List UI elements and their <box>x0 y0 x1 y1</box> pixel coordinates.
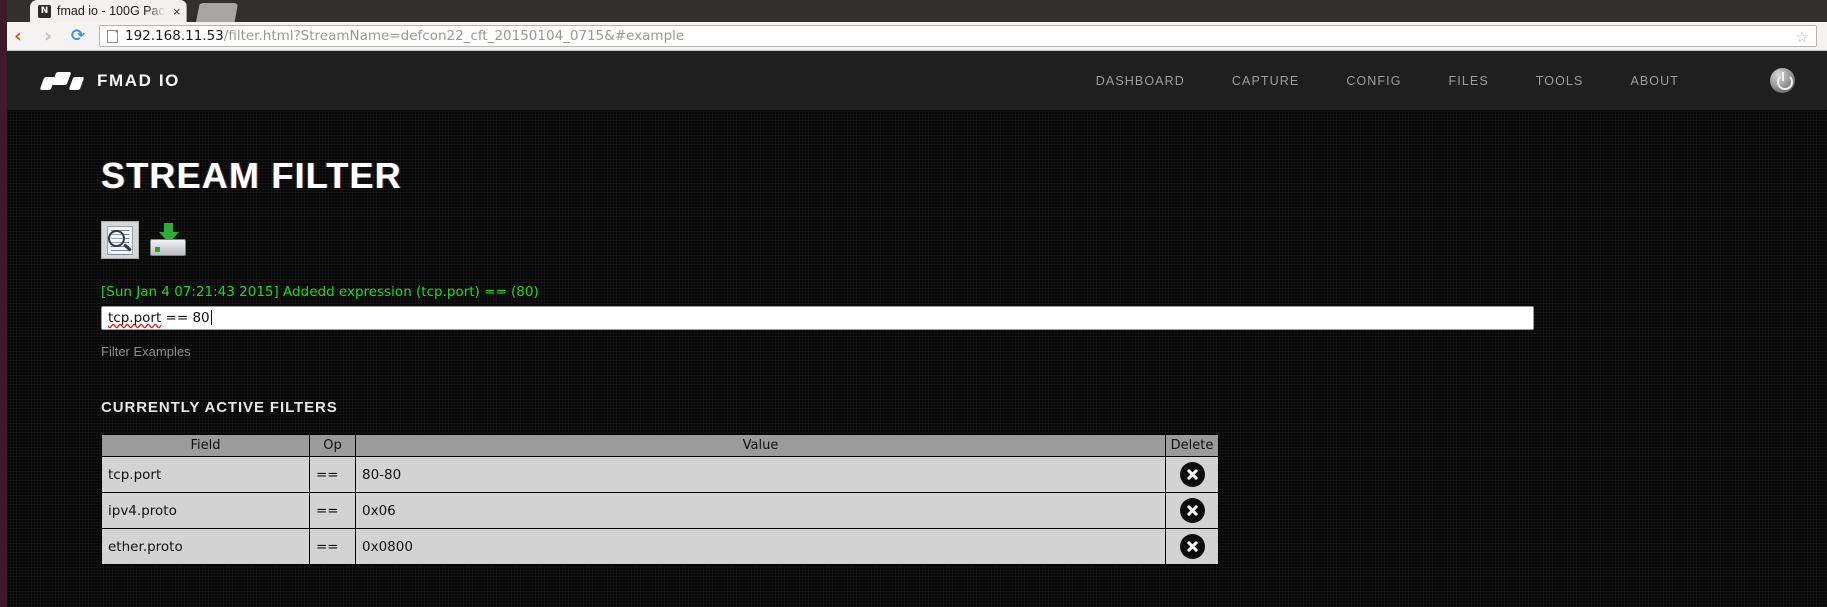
column-header-op: Op <box>309 434 356 457</box>
column-header-delete: Delete <box>1165 434 1219 457</box>
nav-about[interactable]: ABOUT <box>1630 74 1679 88</box>
page-info-icon <box>107 29 118 43</box>
page-toolbar <box>101 221 1827 259</box>
cell-op: == <box>309 492 356 529</box>
browser-tabstrip: N fmad io - 100G Packe × <box>0 0 1827 22</box>
filter-examples-link[interactable]: Filter Examples <box>101 344 191 359</box>
filter-expression-input[interactable]: tcp.port == 80 <box>101 306 1534 330</box>
new-tab-button[interactable] <box>196 3 238 22</box>
status-message: [Sun Jan 4 07:21:43 2015] Addedd express… <box>101 284 539 300</box>
cell-delete <box>1165 456 1219 493</box>
nav-dashboard[interactable]: DASHBOARD <box>1096 74 1185 88</box>
brand-name: FMAD IO <box>97 70 180 90</box>
page-viewport: FMAD IO DASHBOARD CAPTURE CONFIG FILES T… <box>7 51 1827 607</box>
cell-op: == <box>309 456 356 493</box>
browser-window: N fmad io - 100G Packe × ‹ › ⟳ 192.168.1… <box>0 0 1827 607</box>
reload-icon[interactable]: ⟳ <box>66 24 90 48</box>
document-search-icon[interactable] <box>101 221 139 259</box>
close-circle-icon[interactable] <box>1179 462 1205 487</box>
url-text: 192.168.11.53/filter.html?StreamName=def… <box>125 28 684 44</box>
browser-tab[interactable]: N fmad io - 100G Packe × <box>30 0 187 22</box>
column-header-field: Field <box>101 434 310 457</box>
forward-icon[interactable]: › <box>36 24 60 48</box>
tab-favicon: N <box>38 4 51 18</box>
nav-config[interactable]: CONFIG <box>1346 74 1401 88</box>
table-row: ether.proto == 0x0800 <box>101 528 1219 565</box>
tab-title: fmad io - 100G Packe <box>57 4 165 18</box>
nav-capture[interactable]: CAPTURE <box>1232 74 1299 88</box>
cell-value: 0x0800 <box>355 528 1166 565</box>
close-circle-icon[interactable] <box>1179 534 1205 559</box>
fmad-logo-icon <box>39 71 85 91</box>
active-filters-table: Field Op Value Delete tcp.port == 80-80 <box>101 434 1219 565</box>
tab-close-icon[interactable]: × <box>171 5 181 18</box>
bookmark-star-icon[interactable]: ☆ <box>1796 28 1809 46</box>
nav-tools[interactable]: TOOLS <box>1536 74 1584 88</box>
cell-field: ether.proto <box>101 528 310 565</box>
back-icon[interactable]: ‹ <box>6 24 30 48</box>
cell-value: 80-80 <box>355 456 1166 493</box>
text-cursor <box>210 310 212 325</box>
table-header-row: Field Op Value Delete <box>101 434 1219 457</box>
site-header: FMAD IO DASHBOARD CAPTURE CONFIG FILES T… <box>7 51 1827 110</box>
cell-delete <box>1165 528 1219 565</box>
page-content: STREAM FILTER [Sun Jan 4 07:21:43 2015] … <box>7 110 1827 565</box>
column-header-value: Value <box>355 434 1166 457</box>
power-icon[interactable] <box>1770 68 1795 93</box>
browser-navbar: ‹ › ⟳ 192.168.11.53/filter.html?StreamNa… <box>0 22 1827 51</box>
page-title: STREAM FILTER <box>101 155 402 196</box>
url-host: 192.168.11.53 <box>125 28 224 44</box>
address-bar[interactable]: 192.168.11.53/filter.html?StreamName=def… <box>99 25 1817 47</box>
brand-logo[interactable]: FMAD IO <box>39 70 180 91</box>
cell-field: tcp.port <box>101 456 310 493</box>
main-nav: DASHBOARD CAPTURE CONFIG FILES TOOLS ABO… <box>1096 68 1795 93</box>
cell-op: == <box>309 528 356 565</box>
filter-input-value: tcp.port == 80 <box>108 310 212 326</box>
cell-value: 0x06 <box>355 492 1166 529</box>
cell-field: ipv4.proto <box>101 492 310 529</box>
table-row: tcp.port == 80-80 <box>101 456 1219 493</box>
nav-files[interactable]: FILES <box>1449 74 1489 88</box>
close-circle-icon[interactable] <box>1179 498 1205 523</box>
disk-download-icon[interactable] <box>149 221 187 259</box>
url-path: /filter.html?StreamName=defcon22_cft_201… <box>223 28 685 44</box>
disk-shape <box>150 239 186 256</box>
active-filters-heading: CURRENTLY ACTIVE FILTERS <box>101 399 338 416</box>
filter-input-misspelled: tcp.port <box>108 310 162 326</box>
window-left-edge <box>0 0 7 607</box>
filter-input-rest: == 80 <box>161 310 210 326</box>
cell-delete <box>1165 492 1219 529</box>
table-row: ipv4.proto == 0x06 <box>101 492 1219 529</box>
